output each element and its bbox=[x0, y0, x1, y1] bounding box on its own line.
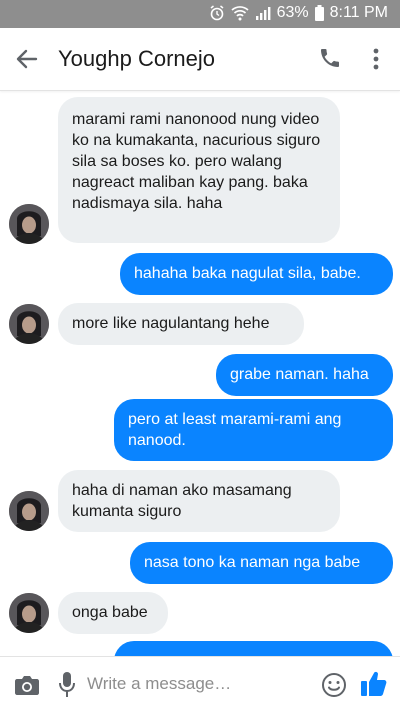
battery-icon bbox=[314, 5, 324, 21]
message-text: grabe naman. haha bbox=[230, 366, 369, 383]
avatar[interactable] bbox=[9, 491, 49, 531]
outgoing-message: grabe naman. haha bbox=[216, 354, 393, 396]
thumbs-up-icon[interactable] bbox=[360, 669, 388, 699]
message-text: more like nagulantang hehe bbox=[72, 315, 270, 332]
incoming-message: haha di naman ako masamang kumanta sigur… bbox=[58, 470, 340, 532]
emoji-icon[interactable] bbox=[321, 672, 347, 698]
phone-icon[interactable] bbox=[318, 46, 342, 70]
message-text: onga babe bbox=[72, 604, 148, 621]
outgoing-message-partial bbox=[114, 641, 393, 656]
alarm-icon bbox=[210, 5, 224, 21]
avatar[interactable] bbox=[9, 304, 49, 344]
camera-icon[interactable] bbox=[14, 673, 40, 697]
battery-percent: 63% bbox=[276, 4, 309, 21]
message-text: marami rami nanonood nung video ko na ku… bbox=[72, 111, 321, 212]
incoming-message: onga babe bbox=[58, 592, 168, 634]
arrow-left-icon[interactable] bbox=[14, 46, 40, 72]
message-list[interactable]: marami rami nanonood nung video ko na ku… bbox=[0, 91, 400, 656]
incoming-message: more like nagulantang hehe bbox=[58, 303, 304, 345]
outgoing-message: nasa tono ka naman nga babe bbox=[130, 542, 393, 584]
outgoing-message: hahaha baka nagulat sila, babe. bbox=[120, 253, 393, 295]
status-bar: 63% 8:11 PM bbox=[0, 0, 400, 28]
message-text: haha di naman ako masamang kumanta sigur… bbox=[72, 482, 292, 520]
signal-icon bbox=[255, 7, 270, 20]
message-text: pero at least marami-rami ang nanood. bbox=[128, 411, 342, 449]
avatar[interactable] bbox=[9, 593, 49, 633]
contact-name: Youghp Cornejo bbox=[58, 46, 215, 71]
message-text: hahaha baka nagulat sila, babe. bbox=[134, 265, 361, 282]
outgoing-message: pero at least marami-rami ang nanood. bbox=[114, 399, 393, 461]
microphone-icon[interactable] bbox=[58, 671, 76, 699]
wifi-icon bbox=[230, 6, 249, 21]
more-vertical-icon[interactable] bbox=[368, 46, 384, 72]
message-text: nasa tono ka naman nga babe bbox=[144, 554, 361, 571]
avatar[interactable] bbox=[9, 204, 49, 244]
message-composer: Write a message… bbox=[0, 656, 400, 712]
incoming-message: marami rami nanonood nung video ko na ku… bbox=[58, 97, 340, 243]
conversation-header: Youghp Cornejo bbox=[0, 28, 400, 91]
message-input[interactable]: Write a message… bbox=[87, 674, 231, 694]
clock: 8:11 PM bbox=[329, 4, 388, 21]
